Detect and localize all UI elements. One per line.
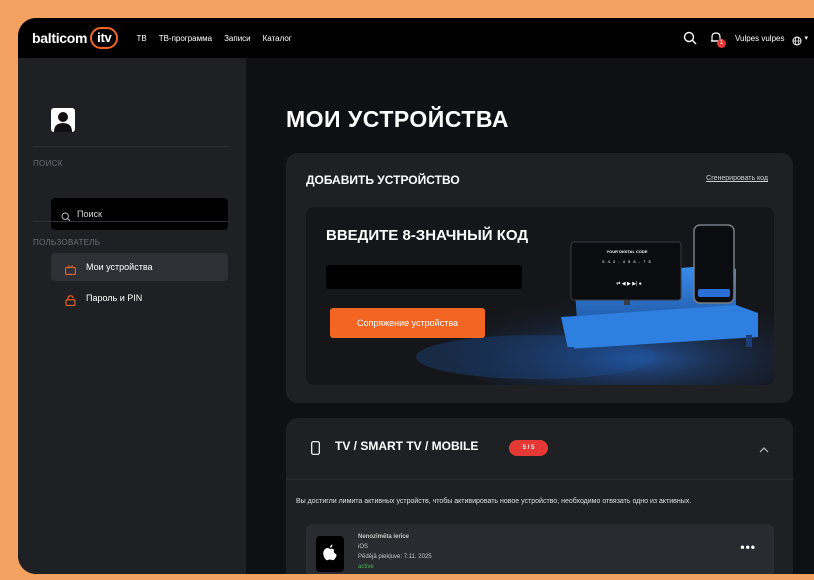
search-section-label: ПОИСК — [33, 159, 63, 168]
user-section-label: ПОЛЬЗОВАТЕЛЬ — [33, 238, 101, 247]
more-options-icon[interactable]: ••• — [740, 540, 756, 554]
top-navigation-bar: balticom itv ТВ ТВ-программа Записи Ката… — [18, 18, 814, 58]
page-title: МОИ УСТРОЙСТВА — [286, 106, 509, 132]
globe-icon[interactable] — [792, 33, 802, 46]
sidebar-divider — [33, 221, 228, 222]
main-content: МОИ УСТРОЙСТВА ДОБАВИТЬ УСТРОЙСТВО Сгене… — [246, 58, 814, 574]
sidebar-item-password-pin[interactable]: Пароль и PIN — [51, 284, 228, 312]
main-nav: ТВ ТВ-программа Записи Каталог — [136, 34, 303, 43]
devices-card-header[interactable]: TV / SMART TV / MOBILE 5 / 5 — [286, 418, 793, 480]
app-window: balticom itv ТВ ТВ-программа Записи Ката… — [18, 18, 814, 574]
tv-code-digits: 5 4 2 - 4 5 8 - 7 5 — [602, 259, 652, 264]
sidebar-item-label: Мои устройства — [86, 262, 153, 272]
code-entry-title: ВВЕДИТЕ 8-ЗНАЧНЫЙ КОД — [326, 227, 529, 244]
search-placeholder: Поиск — [77, 209, 102, 219]
sidebar: ПОИСК Поиск ПОЛЬЗОВАТЕЛЬ Мои устройства … — [18, 58, 246, 574]
nav-item-tv[interactable]: ТВ — [136, 34, 146, 43]
tv-player-controls: ⇄ ◀ ▶ ▶| ● — [616, 281, 642, 287]
list-item: w Nenozīmēta ierīce iOS Pēdējā piekļuve:… — [306, 524, 774, 574]
nav-item-catalog[interactable]: Каталог — [263, 34, 292, 43]
tv-code-title: YOUR DIGITAL CODE — [606, 249, 648, 254]
generate-code-link[interactable]: Сгенерировать код — [706, 175, 768, 182]
lock-icon — [65, 293, 76, 306]
tv-icon — [65, 262, 76, 275]
code-input[interactable] — [326, 265, 522, 289]
bell-icon[interactable]: 1 — [709, 31, 726, 48]
sidebar-item-my-devices[interactable]: Мои устройства — [51, 253, 228, 281]
apple-icon: w — [316, 536, 344, 572]
nav-item-recordings[interactable]: Записи — [224, 34, 251, 43]
device-status: active — [358, 564, 374, 570]
device-count-badge: 5 / 5 — [509, 440, 548, 456]
search-icon — [61, 209, 71, 222]
sidebar-divider — [33, 146, 228, 147]
devices-card: TV / SMART TV / MOBILE 5 / 5 Вы достигли… — [286, 418, 793, 574]
search-icon[interactable] — [683, 31, 697, 45]
device-name: Nenozīmēta ierīce — [358, 534, 410, 540]
logo-text: balticom — [32, 30, 88, 46]
header-actions: 1 Vulpes vulpes ▾ — [683, 18, 808, 58]
add-device-card: ДОБАВИТЬ УСТРОЙСТВО Сгенерировать код YO… — [286, 153, 793, 403]
balticom-logo[interactable]: balticom itv — [32, 27, 119, 49]
avatar[interactable] — [51, 108, 75, 132]
devices-section-title: TV / SMART TV / MOBILE — [335, 439, 479, 453]
chevron-down-icon[interactable]: ▾ — [804, 34, 808, 42]
logo-itv: itv — [90, 27, 119, 49]
add-device-title: ДОБАВИТЬ УСТРОЙСТВО — [306, 173, 460, 187]
search-input[interactable]: Поиск — [51, 198, 228, 230]
chevron-up-icon[interactable] — [759, 442, 769, 453]
sidebar-item-label: Пароль и PIN — [86, 293, 143, 303]
device-limit-notice: Вы достигли лимита активных устройств, ч… — [296, 498, 692, 505]
code-entry-banner: YOUR DIGITAL CODE 5 4 2 - 4 5 8 - 7 5 ⇄ … — [306, 207, 774, 385]
notification-badge: 1 — [716, 39, 726, 48]
mobile-icon — [311, 441, 320, 455]
user-name[interactable]: Vulpes vulpes — [735, 34, 785, 43]
nav-item-tv-guide[interactable]: ТВ-программа — [159, 34, 212, 43]
pair-device-button[interactable]: Сопряжение устройства — [330, 308, 485, 338]
device-last-access: Pēdējā piekļuve: 7.11. 2025 — [358, 554, 432, 560]
device-os: iOS — [358, 544, 369, 550]
